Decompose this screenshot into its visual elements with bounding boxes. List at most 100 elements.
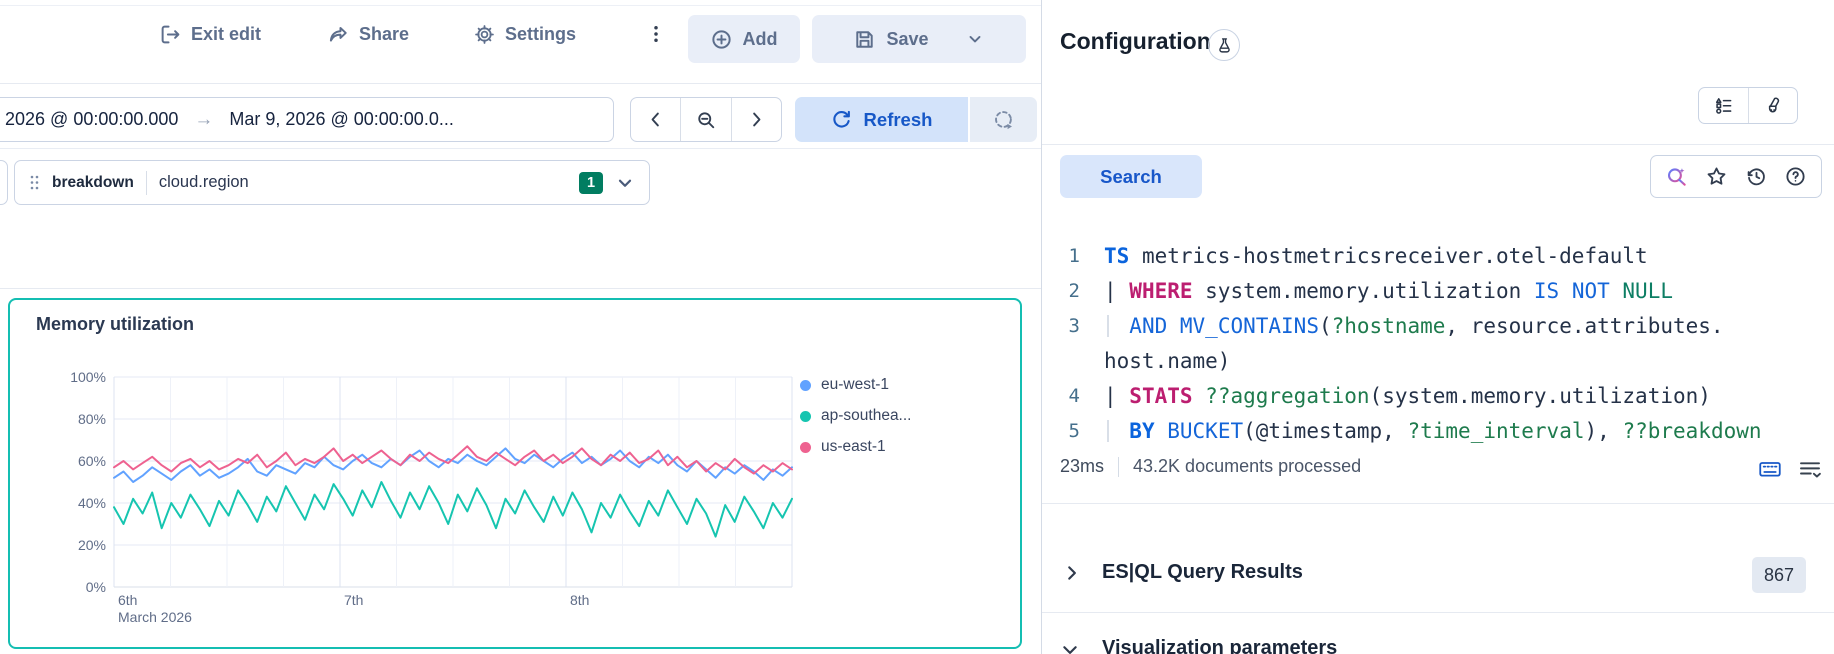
refresh-label: Refresh bbox=[864, 109, 933, 131]
line-number: 2 bbox=[1042, 280, 1080, 302]
settings-label: Settings bbox=[505, 24, 576, 45]
panel-view-toggle-group bbox=[1698, 87, 1798, 124]
legend-dot bbox=[800, 380, 811, 391]
gear-icon bbox=[474, 24, 495, 45]
help-icon[interactable] bbox=[1785, 166, 1806, 187]
breakdown-chevron-icon[interactable] bbox=[615, 173, 635, 193]
settings-button[interactable]: Settings bbox=[474, 24, 576, 45]
querybar-divider bbox=[0, 148, 1041, 149]
more-options-menu-icon[interactable] bbox=[646, 24, 666, 44]
plus-circle-icon bbox=[711, 29, 732, 50]
results-chevron-right-icon[interactable] bbox=[1062, 563, 1082, 583]
svg-text:8th: 8th bbox=[570, 592, 589, 608]
refresh-button[interactable]: Refresh bbox=[795, 97, 968, 142]
exit-edit-button[interactable]: Exit edit bbox=[160, 24, 261, 45]
legend-item[interactable]: ap-southea... bbox=[800, 407, 911, 425]
search-label: Search bbox=[1100, 166, 1162, 188]
query-code: | STATS ??aggregation(system.memory.util… bbox=[1080, 384, 1711, 408]
style-brush-button[interactable] bbox=[1748, 88, 1798, 123]
query-line: 5 BY BUCKET(@timestamp, ?time_interval),… bbox=[1042, 413, 1834, 448]
auto-refresh-button[interactable] bbox=[970, 97, 1037, 142]
time-back-button[interactable] bbox=[631, 98, 680, 141]
breakdown-count-badge: 1 bbox=[579, 172, 603, 194]
legend-label: ap-southea... bbox=[821, 407, 911, 425]
viz-chevron-down-icon[interactable] bbox=[1060, 640, 1080, 654]
share-label: Share bbox=[359, 24, 409, 45]
keyboard-shortcuts-icon[interactable] bbox=[1758, 457, 1782, 481]
query-code: host.name) bbox=[1080, 349, 1230, 373]
share-button[interactable]: Share bbox=[328, 24, 409, 45]
query-code: TS metrics-hostmetricsreceiver.otel-defa… bbox=[1080, 244, 1648, 268]
line-number: 4 bbox=[1042, 385, 1080, 407]
breakdown-label: breakdown bbox=[52, 174, 134, 192]
tech-preview-flask-icon[interactable] bbox=[1208, 29, 1240, 61]
legend-item[interactable]: us-east-1 bbox=[800, 438, 911, 456]
save-icon bbox=[854, 29, 875, 50]
time-nav-group bbox=[630, 97, 782, 142]
svg-text:7th: 7th bbox=[344, 592, 363, 608]
time-range-end[interactable]: Mar 9, 2026 @ 00:00:00.0... bbox=[229, 109, 453, 130]
layer-list-button[interactable] bbox=[1699, 88, 1748, 123]
query-code: | WHERE system.memory.utilization IS NOT… bbox=[1080, 279, 1673, 303]
chart-title: Memory utilization bbox=[36, 314, 194, 335]
svg-text:80%: 80% bbox=[78, 411, 106, 427]
search-button[interactable]: Search bbox=[1060, 155, 1202, 198]
drag-handle-icon[interactable] bbox=[29, 174, 40, 191]
legend-dot bbox=[800, 411, 811, 422]
memory-utilization-panel[interactable]: Memory utilization 0%20%40%60%80%100%6th… bbox=[8, 298, 1022, 649]
query-code: AND MV_CONTAINS(?hostname, resource.attr… bbox=[1080, 314, 1724, 338]
editor-footer-menu-icon[interactable] bbox=[1798, 457, 1822, 481]
editor-tools-group bbox=[1650, 155, 1822, 198]
viz-parameters-title[interactable]: Visualization parameters bbox=[1102, 637, 1337, 654]
control-stub-cutoff[interactable] bbox=[0, 160, 8, 205]
breakdown-control[interactable]: breakdown cloud.region 1 bbox=[14, 160, 650, 205]
time-range-picker[interactable]: 2026 @ 00:00:00.000 → Mar 9, 2026 @ 00:0… bbox=[0, 97, 614, 142]
esql-query-editor[interactable]: 1TS metrics-hostmetricsreceiver.otel-def… bbox=[1042, 238, 1834, 448]
query-line: host.name) bbox=[1042, 343, 1834, 378]
svg-text:20%: 20% bbox=[78, 537, 106, 553]
legend-label: eu-west-1 bbox=[821, 376, 889, 394]
query-results-title[interactable]: ES|QL Query Results bbox=[1102, 561, 1303, 584]
memory-utilization-chart[interactable]: 0%20%40%60%80%100%6th7th8thMarch 2026 bbox=[10, 300, 1020, 647]
chart-legend: eu-west-1 ap-southea... us-east-1 bbox=[800, 376, 911, 456]
refresh-icon bbox=[831, 109, 852, 130]
query-code: BY BUCKET(@timestamp, ?time_interval), ?… bbox=[1080, 419, 1762, 443]
configuration-title: Configuration bbox=[1060, 28, 1211, 55]
exit-edit-label: Exit edit bbox=[191, 24, 261, 45]
svg-text:0%: 0% bbox=[86, 579, 106, 595]
config-header-divider bbox=[1042, 144, 1834, 145]
query-line: 2| WHERE system.memory.utilization IS NO… bbox=[1042, 273, 1834, 308]
documents-processed: 43.2K documents processed bbox=[1133, 456, 1361, 477]
add-label: Add bbox=[743, 29, 778, 50]
save-button[interactable]: Save bbox=[812, 15, 1026, 63]
save-label: Save bbox=[886, 29, 928, 50]
exit-edit-icon bbox=[160, 24, 181, 45]
line-number: 5 bbox=[1042, 420, 1080, 442]
top-hairline bbox=[0, 5, 1041, 6]
favorite-star-icon[interactable] bbox=[1706, 166, 1727, 187]
status-separator bbox=[1118, 457, 1119, 477]
viz-section-divider bbox=[1042, 612, 1834, 613]
ai-assist-icon[interactable] bbox=[1666, 166, 1688, 188]
share-icon bbox=[328, 24, 349, 45]
auto-refresh-icon bbox=[993, 109, 1015, 131]
results-count-badge: 867 bbox=[1752, 557, 1806, 593]
query-line: 1TS metrics-hostmetricsreceiver.otel-def… bbox=[1042, 238, 1834, 273]
line-number: 1 bbox=[1042, 245, 1080, 267]
query-status-bar: 23ms 43.2K documents processed bbox=[1060, 456, 1361, 477]
save-menu-chevron-icon[interactable] bbox=[966, 30, 984, 48]
time-forward-button[interactable] bbox=[731, 98, 781, 141]
query-history-icon[interactable] bbox=[1746, 166, 1767, 187]
query-duration: 23ms bbox=[1060, 456, 1104, 477]
breakdown-value: cloud.region bbox=[159, 173, 249, 192]
time-range-arrow: → bbox=[194, 109, 213, 131]
legend-label: us-east-1 bbox=[821, 438, 886, 456]
panel-area-divider bbox=[0, 288, 1041, 289]
legend-item[interactable]: eu-west-1 bbox=[800, 376, 911, 394]
zoom-out-button[interactable] bbox=[680, 98, 730, 141]
time-range-start[interactable]: 2026 @ 00:00:00.000 bbox=[5, 109, 178, 130]
legend-dot bbox=[800, 442, 811, 453]
line-number: 3 bbox=[1042, 315, 1080, 337]
add-button[interactable]: Add bbox=[688, 15, 800, 63]
dashboard-app: Exit edit Share Settings Add Save 2026 @ bbox=[0, 0, 1834, 654]
